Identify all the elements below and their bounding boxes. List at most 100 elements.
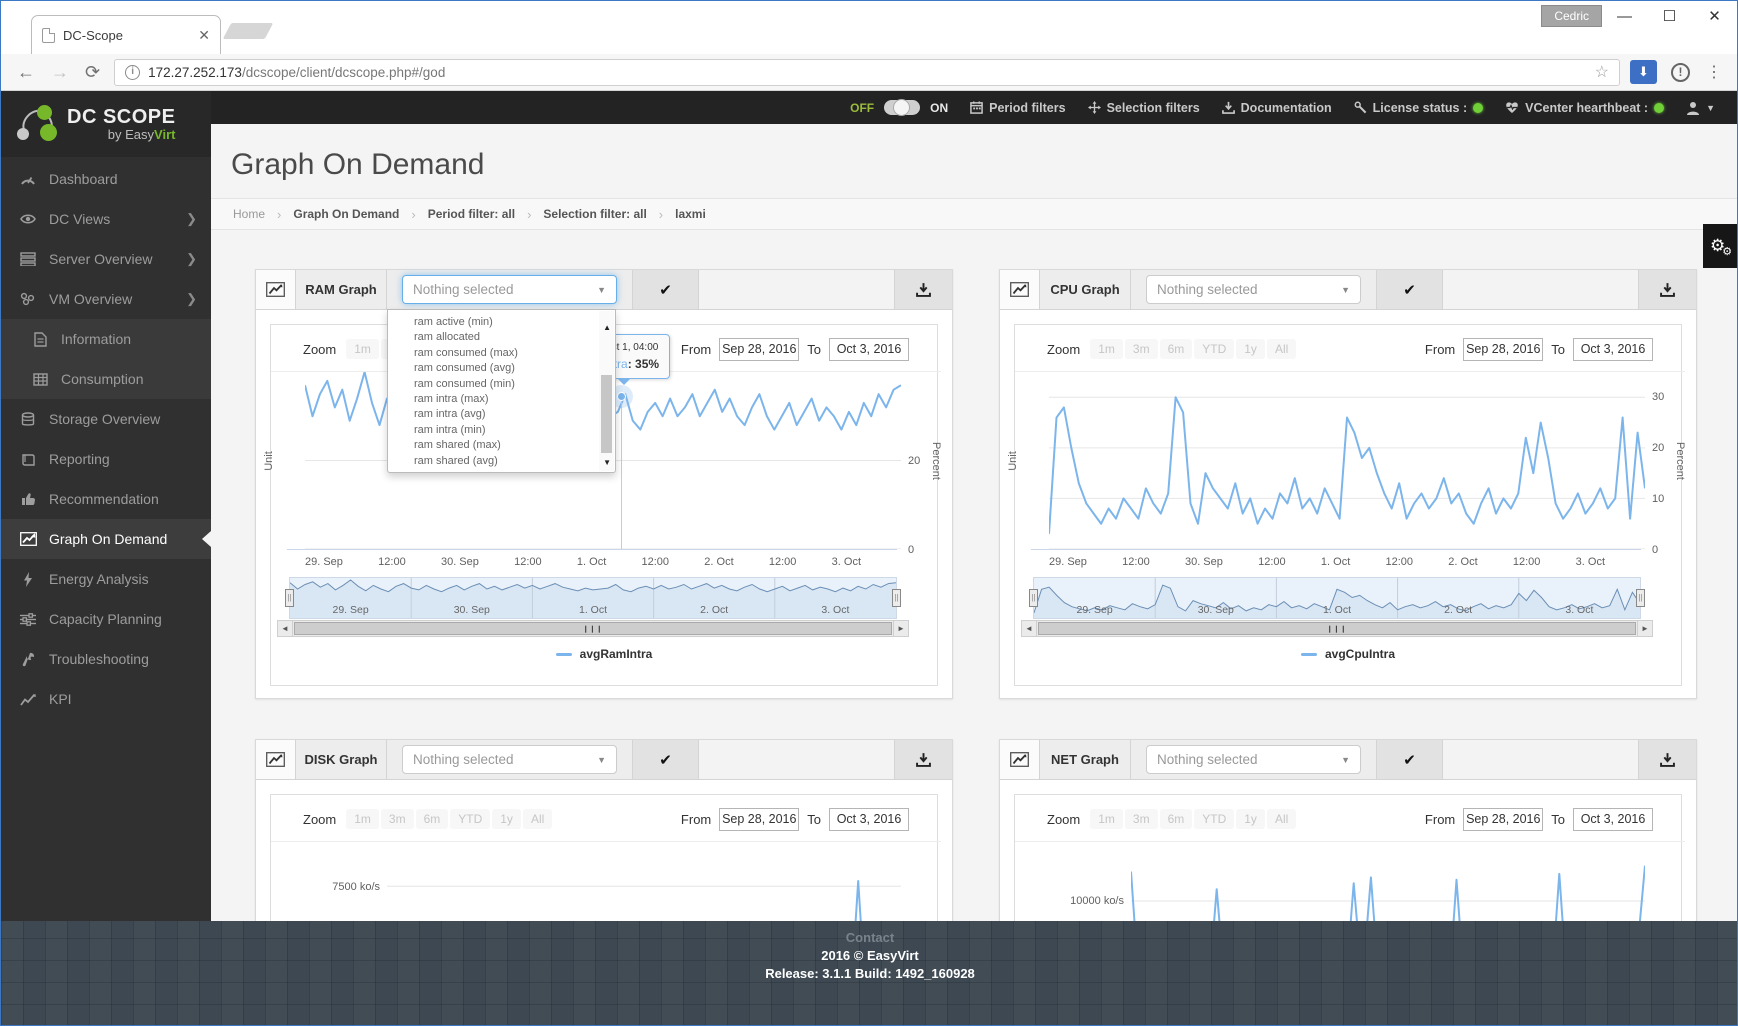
- toggle-switch[interactable]: [884, 99, 921, 116]
- chart-type-button[interactable]: [1000, 270, 1040, 309]
- zoom-ytd-button[interactable]: YTD: [1194, 809, 1235, 829]
- metric-multiselect[interactable]: Nothing selected ▼: [1146, 745, 1361, 774]
- scrollbar-thumb[interactable]: ❙❙❙: [294, 622, 892, 635]
- scroll-right-icon[interactable]: ►: [1637, 620, 1653, 637]
- scroll-left-icon[interactable]: ◄: [277, 620, 293, 637]
- dropdown-option[interactable]: ram allocated: [388, 330, 615, 345]
- sidebar-item-kpi[interactable]: KPI: [1, 679, 211, 719]
- navigator-handle-left[interactable]: [285, 589, 294, 607]
- zoom-1y-button[interactable]: 1y: [1236, 339, 1265, 359]
- zoom-ytd-button[interactable]: YTD: [1194, 339, 1235, 359]
- export-download-button[interactable]: [1639, 740, 1696, 779]
- documentation-button[interactable]: Documentation: [1221, 101, 1332, 115]
- forward-icon[interactable]: →: [51, 62, 69, 83]
- breadcrumb-period-filter[interactable]: Period filter: all: [428, 207, 515, 221]
- from-date-input[interactable]: [1463, 807, 1544, 831]
- sidebar-item-dashboard[interactable]: Dashboard: [1, 159, 211, 199]
- range-navigator[interactable]: 29. Sep 30. Sep 1. Oct 2. Oct 3. Oct: [285, 577, 901, 619]
- vcenter-heartbeat[interactable]: VCenter hearthbeat :: [1505, 101, 1665, 115]
- zoom-6m-button[interactable]: 6m: [415, 809, 449, 829]
- metric-multiselect[interactable]: Nothing selected ▼: [402, 745, 617, 774]
- apply-selection-button[interactable]: ✔: [633, 740, 699, 779]
- info-menu-icon[interactable]: !: [1671, 62, 1690, 82]
- chart-legend[interactable]: avgCpuIntra: [1015, 647, 1681, 661]
- sidebar-item-information[interactable]: Information: [1, 319, 211, 359]
- zoom-ytd-button[interactable]: YTD: [450, 809, 491, 829]
- navigator-handle-right[interactable]: [892, 589, 901, 607]
- new-tab-button[interactable]: [222, 23, 274, 39]
- dropdown-option[interactable]: ram intra (min): [388, 423, 615, 438]
- to-date-input[interactable]: [1573, 337, 1653, 361]
- to-date-input[interactable]: [829, 807, 909, 831]
- browser-profile-badge[interactable]: Cedric: [1541, 5, 1602, 27]
- zoom-all-button[interactable]: All: [1266, 339, 1297, 359]
- sidebar-item-graph-on-demand[interactable]: Graph On Demand: [1, 519, 211, 559]
- zoom-1m-button[interactable]: 1m: [346, 809, 379, 829]
- breadcrumb-vm-laxmi[interactable]: laxmi: [675, 207, 706, 221]
- zoom-all-button[interactable]: All: [1266, 809, 1297, 829]
- chart-type-button[interactable]: [256, 740, 296, 779]
- contact-link[interactable]: Contact: [1, 930, 1737, 945]
- range-navigator[interactable]: 29. Sep 30. Sep 1. Oct 2. Oct 3. Oct: [1029, 577, 1645, 619]
- scrollbar-thumb[interactable]: ❙❙❙: [1038, 622, 1636, 635]
- sidebar-item-troubleshooting[interactable]: Troubleshooting: [1, 639, 211, 679]
- user-menu[interactable]: ▼: [1686, 101, 1715, 115]
- export-download-button[interactable]: [895, 270, 952, 309]
- sidebar-item-dc-views[interactable]: DC Views ❯: [1, 199, 211, 239]
- horizontal-scrollbar[interactable]: ◄ ❙❙❙ ►: [1021, 620, 1653, 637]
- sidebar-item-server-overview[interactable]: Server Overview ❯: [1, 239, 211, 279]
- scroll-right-icon[interactable]: ►: [893, 620, 909, 637]
- from-date-input[interactable]: [719, 807, 800, 831]
- metric-multiselect[interactable]: Nothing selected ▼: [402, 275, 617, 304]
- navigator-handle-left[interactable]: [1029, 589, 1038, 607]
- back-icon[interactable]: ←: [17, 62, 35, 83]
- zoom-1m-button[interactable]: 1m: [1090, 339, 1123, 359]
- scroll-left-icon[interactable]: ◄: [1021, 620, 1037, 637]
- export-download-button[interactable]: [895, 740, 952, 779]
- download-extension-icon[interactable]: ⬇: [1630, 60, 1657, 84]
- sidebar-item-consumption[interactable]: Consumption: [1, 359, 211, 399]
- close-button[interactable]: ✕: [1692, 1, 1737, 31]
- app-logo[interactable]: DC SCOPE by EasyVirt: [1, 91, 211, 157]
- to-date-input[interactable]: [829, 337, 909, 361]
- zoom-1m-button[interactable]: 1m: [346, 339, 379, 359]
- export-download-button[interactable]: [1639, 270, 1696, 309]
- selection-filters-button[interactable]: Selection filters: [1087, 101, 1200, 115]
- apply-selection-button[interactable]: ✔: [633, 270, 699, 309]
- dropdown-option[interactable]: ram shared (avg): [388, 454, 615, 467]
- reload-icon[interactable]: ⟳: [85, 62, 100, 83]
- apply-selection-button[interactable]: ✔: [1377, 270, 1443, 309]
- dropdown-option[interactable]: ram intra (avg): [388, 407, 615, 422]
- settings-gear-button[interactable]: ⚙ ⚙: [1703, 224, 1737, 268]
- dropdown-option[interactable]: ram consumed (max): [388, 346, 615, 361]
- scrollbar-track[interactable]: ❙❙❙: [1037, 620, 1637, 637]
- breadcrumb-home[interactable]: Home: [233, 207, 265, 221]
- zoom-all-button[interactable]: All: [522, 809, 553, 829]
- chart-legend[interactable]: avgRamIntra: [271, 647, 937, 661]
- sidebar-item-energy-analysis[interactable]: Energy Analysis: [1, 559, 211, 599]
- apply-selection-button[interactable]: ✔: [1377, 740, 1443, 779]
- sidebar-item-capacity-planning[interactable]: Capacity Planning: [1, 599, 211, 639]
- sidebar-item-storage-overview[interactable]: Storage Overview: [1, 399, 211, 439]
- browser-menu-icon[interactable]: ⋮: [1706, 62, 1723, 82]
- zoom-1m-button[interactable]: 1m: [1090, 809, 1123, 829]
- sidebar-item-vm-overview[interactable]: VM Overview ❯: [1, 279, 211, 319]
- zoom-3m-button[interactable]: 3m: [1124, 339, 1158, 359]
- from-date-input[interactable]: [1463, 337, 1544, 361]
- sidebar-item-reporting[interactable]: Reporting: [1, 439, 211, 479]
- bookmark-star-icon[interactable]: ☆: [1595, 62, 1609, 82]
- dropdown-option[interactable]: ram consumed (min): [388, 377, 615, 392]
- breadcrumb-graph-on-demand[interactable]: Graph On Demand: [293, 207, 399, 221]
- metric-multiselect[interactable]: Nothing selected ▼: [1146, 275, 1361, 304]
- tab-close-icon[interactable]: ✕: [198, 27, 210, 44]
- navigator-handle-right[interactable]: [1636, 589, 1645, 607]
- zoom-3m-button[interactable]: 3m: [380, 809, 414, 829]
- zoom-1y-button[interactable]: 1y: [1236, 809, 1265, 829]
- maximize-button[interactable]: ☐: [1647, 1, 1692, 31]
- breadcrumb-selection-filter[interactable]: Selection filter: all: [543, 207, 646, 221]
- page-info-icon[interactable]: i: [125, 64, 141, 80]
- minimize-button[interactable]: —: [1602, 1, 1647, 31]
- period-filters-button[interactable]: Period filters: [970, 101, 1066, 115]
- license-status[interactable]: License status :: [1354, 101, 1484, 115]
- chart-type-button[interactable]: [1000, 740, 1040, 779]
